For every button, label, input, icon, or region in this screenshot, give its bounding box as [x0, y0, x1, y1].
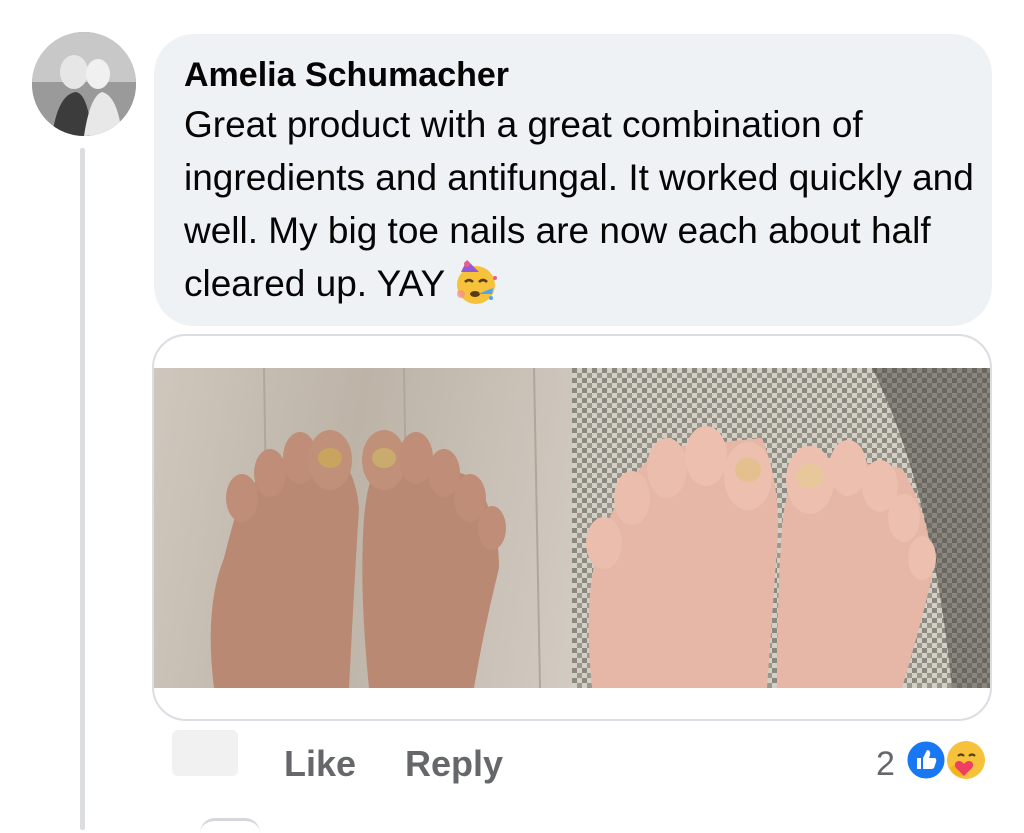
partying-face-icon — [451, 258, 501, 306]
commenter-avatar[interactable] — [32, 32, 136, 136]
avatar-photo — [32, 32, 136, 136]
reaction-count[interactable]: 2 — [876, 742, 895, 786]
comment-text: Great product with a great combination o… — [184, 104, 974, 304]
like-button[interactable]: Like — [284, 742, 356, 786]
comment-text-block: Great product with a great combination o… — [184, 98, 974, 310]
comment-bubble: Amelia Schumacher Great product with a g… — [154, 34, 992, 326]
care-icon — [942, 738, 986, 782]
next-comment-edge — [200, 818, 260, 833]
after-photo — [572, 368, 990, 688]
thread-line — [80, 148, 85, 830]
reply-button[interactable]: Reply — [405, 742, 503, 786]
before-photo — [154, 368, 572, 688]
comment-author[interactable]: Amelia Schumacher — [184, 54, 962, 96]
blurred-icon — [172, 730, 238, 776]
attached-photo-card[interactable] — [152, 334, 992, 721]
